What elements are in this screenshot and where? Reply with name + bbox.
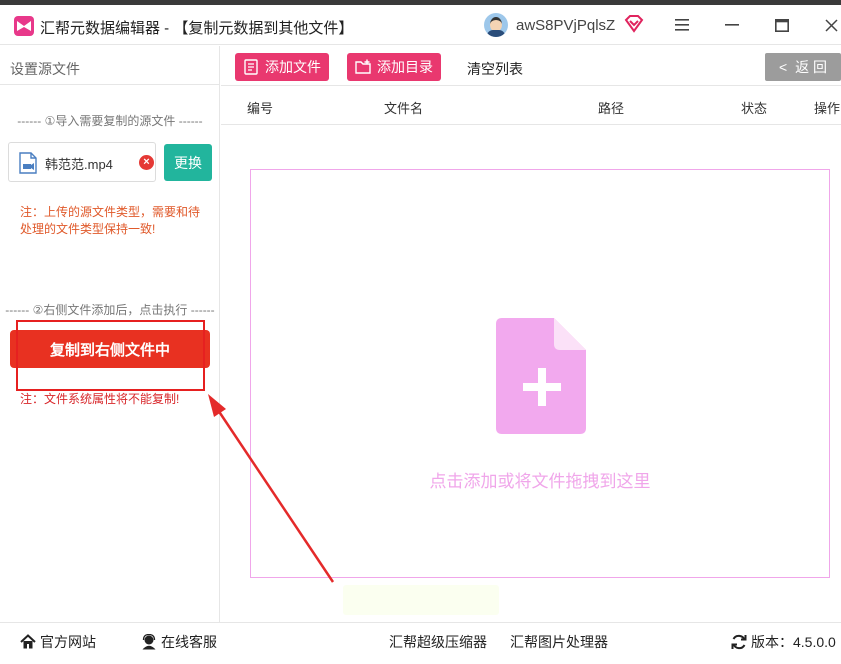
user-avatar[interactable] <box>484 13 508 37</box>
source-file-name: 韩范范.mp4 <box>45 157 113 172</box>
home-icon <box>20 634 36 649</box>
step1-label: ------ ①导入需要复制的源文件 ------ <box>17 114 203 128</box>
clear-list-button[interactable]: 清空列表 <box>467 59 523 79</box>
footer: 官方网站 在线客服 汇帮超级压缩器 汇帮图片处理器 版本：4.5.0.0 <box>0 622 841 664</box>
source-file-box[interactable]: 韩范范.mp4 × <box>8 142 156 182</box>
add-file-button[interactable]: 添加文件 <box>235 53 329 81</box>
annotation-highlight-box <box>16 320 205 391</box>
file-type-note-line2: 处理的文件类型保持一致! <box>20 222 156 236</box>
divider <box>0 84 220 85</box>
step2-label: ------ ②右侧文件添加后，点击执行 ------ <box>5 303 215 317</box>
sidebar: 设置源文件 ------ ①导入需要复制的源文件 ------ 韩范范.mp4 … <box>0 46 220 622</box>
maximize-icon[interactable] <box>767 11 797 39</box>
toolbar: 添加文件 添加目录 清空列表 < 返 回 <box>221 46 841 86</box>
back-button[interactable]: < 返 回 <box>765 53 841 81</box>
file-table-header: 编号 文件名 路径 状态 操作 <box>221 87 841 125</box>
official-site-label: 官方网站 <box>40 634 96 650</box>
app-logo-icon <box>14 16 34 36</box>
version-label: 版本：4.5.0.0 <box>751 634 836 650</box>
image-tool-link[interactable]: 汇帮图片处理器 <box>510 632 608 652</box>
compressor-link[interactable]: 汇帮超级压缩器 <box>389 632 487 652</box>
minimize-icon[interactable] <box>717 11 747 39</box>
window-title: 汇帮元数据编辑器 - 【复制元数据到其他文件】 <box>40 20 354 37</box>
online-service-link[interactable]: 在线客服 <box>141 632 217 652</box>
add-folder-icon <box>355 59 371 74</box>
video-file-icon <box>19 152 37 174</box>
add-file-label: 添加文件 <box>265 59 321 75</box>
file-type-note-line1: 注：上传的源文件类型，需要和待 <box>20 205 201 219</box>
add-file-icon <box>244 59 258 75</box>
faded-overlay-element <box>343 585 499 615</box>
file-drop-zone[interactable]: 点击添加或将文件拖拽到这里 <box>250 169 830 578</box>
remove-file-icon[interactable]: × <box>139 155 154 170</box>
column-header-path: 路径 <box>598 101 625 116</box>
customer-service-icon <box>142 634 156 650</box>
column-header-index: 编号 <box>247 101 274 116</box>
online-service-label: 在线客服 <box>161 634 217 650</box>
system-attr-note: 注：文件系统属性将不能复制! <box>20 392 180 406</box>
close-icon[interactable] <box>816 11 841 39</box>
title-bar: 汇帮元数据编辑器 - 【复制元数据到其他文件】 awS8PVjPqlsZ <box>0 5 841 45</box>
add-folder-label: 添加目录 <box>377 59 433 75</box>
column-header-filename: 文件名 <box>384 101 424 116</box>
user-name[interactable]: awS8PVjPqlsZ <box>516 17 615 34</box>
add-folder-button[interactable]: 添加目录 <box>347 53 441 81</box>
column-header-status: 状态 <box>741 101 768 116</box>
column-header-actions: 操作 <box>814 101 841 116</box>
file-type-note: 注：上传的源文件类型，需要和待 处理的文件类型保持一致! <box>20 204 200 238</box>
chevron-left-icon: < <box>778 59 788 75</box>
sidebar-title: 设置源文件 <box>10 61 80 77</box>
replace-button[interactable]: 更换 <box>164 144 212 181</box>
add-file-large-icon <box>496 318 586 434</box>
drop-zone-hint: 点击添加或将文件拖拽到这里 <box>429 472 651 491</box>
official-site-link[interactable]: 官方网站 <box>20 632 96 652</box>
back-label: 返 回 <box>795 59 828 75</box>
menu-icon[interactable] <box>667 11 697 39</box>
vip-diamond-icon[interactable] <box>624 15 644 33</box>
refresh-icon <box>731 634 747 650</box>
version-info[interactable]: 版本：4.5.0.0 <box>731 632 836 652</box>
